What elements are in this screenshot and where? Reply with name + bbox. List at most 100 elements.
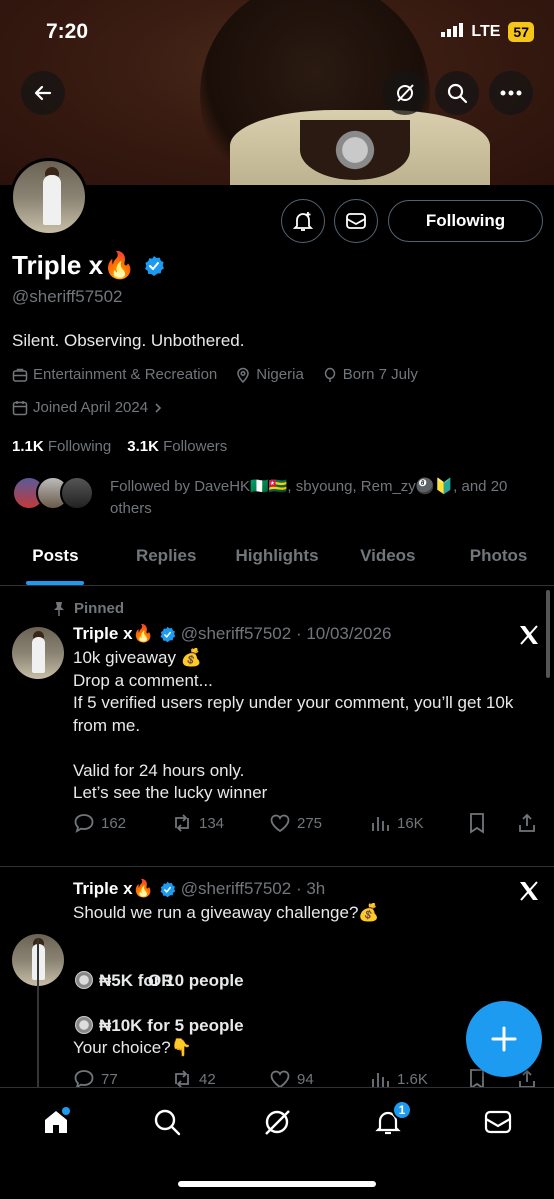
verified-badge-icon xyxy=(160,626,175,642)
following-count-link[interactable]: 1.1K Following xyxy=(12,438,111,455)
grok-icon xyxy=(397,84,414,102)
verified-badge-icon xyxy=(160,881,175,897)
plus-icon xyxy=(491,1026,517,1052)
banner-chain xyxy=(300,120,410,180)
home-indicator[interactable] xyxy=(178,1181,376,1187)
nav-home[interactable] xyxy=(38,1104,74,1140)
notify-button[interactable] xyxy=(281,199,325,243)
search-button[interactable] xyxy=(435,71,479,115)
views-button[interactable]: 16K xyxy=(369,812,467,834)
nav-search[interactable] xyxy=(149,1104,185,1140)
fire-emoji: 🔥 xyxy=(103,250,136,280)
grok-button[interactable] xyxy=(383,71,427,115)
post-text: 10k giveaway 💰 Drop a comment... If 5 ve… xyxy=(73,648,514,802)
view-count: 16K xyxy=(397,814,424,832)
radio-icon xyxy=(75,1015,93,1034)
poll-option-2-text: ₦10K for 5 people xyxy=(99,1015,244,1035)
network-label: LTE xyxy=(471,23,501,40)
comment-icon xyxy=(74,814,94,833)
signal-icon xyxy=(441,22,464,42)
followed-by-line1: Followed by DaveHK🇳🇬🇹🇬, sbyoung, Rem_zy🎱… xyxy=(110,478,508,495)
tab-videos[interactable]: Videos xyxy=(332,536,443,585)
arrow-left-icon xyxy=(34,85,52,101)
profile-handle: @sheriff57502 xyxy=(12,287,123,306)
heart-icon xyxy=(270,814,290,833)
following-label: Following xyxy=(47,438,112,455)
followed-by[interactable]: Followed by DaveHK🇳🇬🇹🇬, sbyoung, Rem_zy🎱… xyxy=(12,476,540,520)
profile-avatar[interactable] xyxy=(10,158,88,236)
profile-birthday: Born 7 July xyxy=(342,366,418,383)
share-icon xyxy=(519,813,535,832)
following-button[interactable]: Following xyxy=(388,200,543,242)
verified-badge-icon xyxy=(145,255,165,276)
tab-photos[interactable]: Photos xyxy=(443,536,554,585)
share-button[interactable] xyxy=(517,812,537,834)
more-button[interactable] xyxy=(489,71,533,115)
post-author[interactable]: Triple x🔥 xyxy=(73,624,154,644)
tab-posts[interactable]: Posts xyxy=(0,536,111,585)
like-button[interactable]: 275 xyxy=(269,812,369,834)
more-icon xyxy=(500,90,522,96)
followers-count-link[interactable]: 3.1K Followers xyxy=(127,438,227,455)
pin-icon xyxy=(54,601,64,616)
x-logo-icon xyxy=(518,880,540,907)
grok-icon xyxy=(265,1110,290,1135)
like-count: 94 xyxy=(297,1070,314,1088)
post-header: Triple x🔥 @sheriff57502 · 10/03/2026 xyxy=(73,624,391,644)
location-pin-icon xyxy=(237,367,250,383)
tab-replies[interactable]: Replies xyxy=(111,536,222,585)
profile-location: Nigeria xyxy=(256,366,304,383)
post-avatar[interactable] xyxy=(12,627,64,679)
back-button[interactable] xyxy=(21,71,65,115)
compose-button[interactable] xyxy=(466,1001,542,1077)
briefcase-icon xyxy=(12,368,28,382)
thread-line xyxy=(37,938,39,1088)
post-text-line2: Your choice?👇 xyxy=(73,1038,192,1057)
joined-row[interactable]: Joined April 2024 xyxy=(12,399,163,416)
followers-count: 3.1K xyxy=(127,438,159,455)
like-count: 275 xyxy=(297,814,323,832)
post-handle-time: @sheriff57502 · 3h xyxy=(180,879,326,898)
profile-joined: Joined April 2024 xyxy=(33,399,149,416)
followed-by-avatars xyxy=(12,476,98,520)
following-count: 1.1K xyxy=(12,438,44,455)
battery-icon: 57 xyxy=(508,22,534,42)
search-icon xyxy=(154,1109,181,1136)
repost-button[interactable]: 134 xyxy=(171,812,269,834)
nav-grok[interactable] xyxy=(259,1104,295,1140)
profile-bio: Silent. Observing. Unbothered. xyxy=(12,331,245,350)
repost-icon xyxy=(175,814,189,832)
envelope-icon xyxy=(484,1110,512,1134)
notification-badge: 1 xyxy=(392,1100,412,1120)
post-divider xyxy=(0,866,554,867)
post-handle-time: @sheriff57502 · 10/03/2026 xyxy=(180,624,392,643)
profile-meta: Entertainment & Recreation Nigeria Born … xyxy=(12,366,418,383)
message-button[interactable] xyxy=(334,199,378,243)
followers-label: Followers xyxy=(163,438,228,455)
tab-highlights[interactable]: Highlights xyxy=(222,536,333,585)
home-icon xyxy=(45,1107,70,1133)
chevron-right-icon xyxy=(155,402,162,413)
post-author[interactable]: Triple x🔥 xyxy=(73,879,154,899)
poll-option-2: ₦10K for 5 people xyxy=(75,992,244,1037)
bookmark-icon xyxy=(470,813,484,834)
follow-counts: 1.1K Following 3.1K Followers xyxy=(12,438,227,455)
nav-messages[interactable] xyxy=(480,1104,516,1140)
post-text-line1: Should we run a giveaway challenge?💰 xyxy=(73,903,380,922)
repost-count: 134 xyxy=(199,814,225,832)
search-icon xyxy=(447,83,468,104)
status-indicators: LTE 57 xyxy=(441,22,534,42)
reply-count: 77 xyxy=(101,1070,118,1088)
profile-name-text: Triple x xyxy=(12,250,104,280)
pinned-label: Pinned xyxy=(74,600,125,617)
reply-button[interactable]: 162 xyxy=(73,812,171,834)
nav-notifications[interactable]: 1 xyxy=(370,1100,412,1140)
calendar-icon xyxy=(12,400,28,415)
bell-plus-icon xyxy=(292,212,314,231)
views-icon xyxy=(372,817,389,831)
poll-or: OR xyxy=(148,971,174,990)
reply-count: 162 xyxy=(101,814,127,832)
avatar xyxy=(60,476,94,510)
radio-icon xyxy=(75,970,93,989)
bookmark-button[interactable] xyxy=(467,812,517,834)
